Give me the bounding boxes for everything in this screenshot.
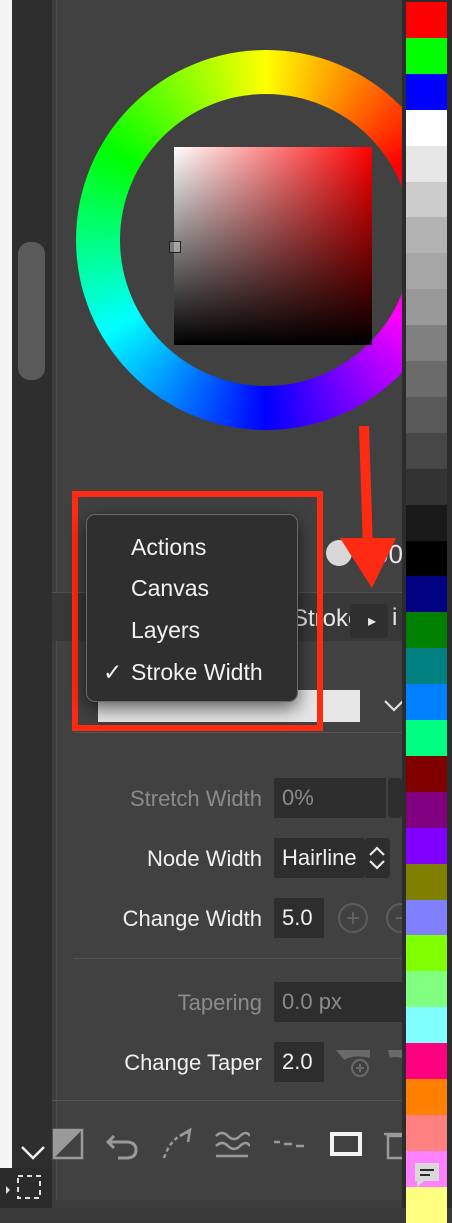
palette-swatch[interactable] <box>406 433 447 469</box>
palette-swatch[interactable] <box>406 397 447 433</box>
node-width-label: Node Width <box>147 846 262 871</box>
palette-swatch[interactable] <box>406 74 447 110</box>
palette-swatch[interactable] <box>406 792 447 828</box>
palette-swatch[interactable] <box>406 541 447 577</box>
palette-swatch[interactable] <box>406 971 447 1007</box>
palette-swatch[interactable] <box>406 217 447 253</box>
palette-swatch[interactable] <box>406 1187 447 1223</box>
scrollbar-thumb[interactable] <box>18 242 45 380</box>
taper-decrease-icon[interactable] <box>386 1044 402 1080</box>
palette-swatch[interactable] <box>406 182 447 218</box>
annotation-arrow-icon <box>340 425 396 588</box>
checkmark-icon: ✓ <box>103 659 123 685</box>
divider <box>52 1100 402 1101</box>
up-down-chevron-icon <box>369 846 385 870</box>
palette-swatch[interactable] <box>406 110 447 146</box>
palette-swatch[interactable] <box>406 1079 447 1115</box>
undo-icon[interactable] <box>104 1126 140 1162</box>
canvas-edge <box>0 0 12 1170</box>
menu-item-layers[interactable]: Layers <box>87 610 297 650</box>
palette-swatch[interactable] <box>406 864 447 900</box>
dashes-icon[interactable] <box>270 1126 306 1162</box>
palette-swatch[interactable] <box>406 1043 447 1079</box>
chevron-down-icon[interactable] <box>18 1138 48 1168</box>
divider <box>74 958 402 959</box>
menu-item-actions[interactable]: Actions <box>87 527 297 567</box>
taper-increase-icon[interactable] <box>334 1044 374 1080</box>
palette-swatch[interactable] <box>406 505 447 541</box>
clear-stroke-icon[interactable] <box>50 1126 86 1162</box>
palette-swatch[interactable] <box>406 900 447 936</box>
divider <box>74 732 402 733</box>
palette-swatch[interactable] <box>406 469 447 505</box>
palette-swatch[interactable] <box>406 1115 447 1151</box>
stretch-width-label: Stretch Width <box>129 786 262 811</box>
chat-bubble-icon[interactable] <box>412 1160 442 1190</box>
menu-item-label: Actions <box>131 534 207 560</box>
menu-item-label: Canvas <box>131 575 209 601</box>
stretch-width-stepper[interactable] <box>388 778 402 818</box>
trash-icon[interactable] <box>384 1126 404 1162</box>
tapering-field[interactable]: 0.0 px <box>274 982 402 1022</box>
color-picker-handle[interactable] <box>169 241 181 253</box>
palette-swatch[interactable] <box>406 720 447 756</box>
reverse-path-icon[interactable] <box>160 1126 196 1162</box>
palette-swatch[interactable] <box>406 361 447 397</box>
palette-swatch[interactable] <box>406 935 447 971</box>
palette-swatch[interactable] <box>406 576 447 612</box>
palette-swatch[interactable] <box>406 1007 447 1043</box>
palette-swatch[interactable] <box>406 146 447 182</box>
tab-next-arrow-icon: ▸ <box>368 613 377 630</box>
left-scroll-track[interactable] <box>12 0 52 1208</box>
rectangle-icon[interactable] <box>328 1126 364 1162</box>
stretch-width-field[interactable]: 0% <box>274 778 386 818</box>
increase-width-button[interactable]: + <box>338 903 368 933</box>
palette-swatch[interactable] <box>406 325 447 361</box>
palette-swatch[interactable] <box>406 253 447 289</box>
palette-swatch[interactable] <box>406 289 447 325</box>
menu-item-label: Layers <box>131 617 201 643</box>
tapering-label: Tapering <box>177 990 262 1015</box>
saturation-value-square[interactable] <box>174 147 372 345</box>
palette-swatch[interactable] <box>406 648 447 684</box>
palette-swatch[interactable] <box>406 756 447 792</box>
menu-item-stroke-width[interactable]: ✓ Stroke Width <box>87 652 297 692</box>
simplify-icon[interactable] <box>214 1126 250 1162</box>
change-width-label: Change Width <box>122 906 262 931</box>
tab-context-menu: Actions Canvas Layers ✓ Stroke Width <box>86 514 298 702</box>
palette-swatch[interactable] <box>406 684 447 720</box>
node-width-select[interactable]: Hairline <box>274 838 364 878</box>
palette-swatch[interactable] <box>406 38 447 74</box>
palette-swatch[interactable] <box>406 828 447 864</box>
palette-swatch[interactable] <box>406 2 447 38</box>
menu-item-canvas[interactable]: Canvas <box>87 568 297 608</box>
change-taper-label: Change Taper <box>124 1050 262 1075</box>
tab-truncated[interactable]: i <box>392 604 397 632</box>
snap-bbox-icon[interactable] <box>2 1170 50 1206</box>
palette-swatch[interactable] <box>406 612 447 648</box>
change-width-field[interactable]: 5.0 <box>274 898 324 938</box>
menu-item-label: Stroke Width <box>131 659 263 685</box>
change-taper-field[interactable]: 2.0 <box>274 1042 324 1082</box>
